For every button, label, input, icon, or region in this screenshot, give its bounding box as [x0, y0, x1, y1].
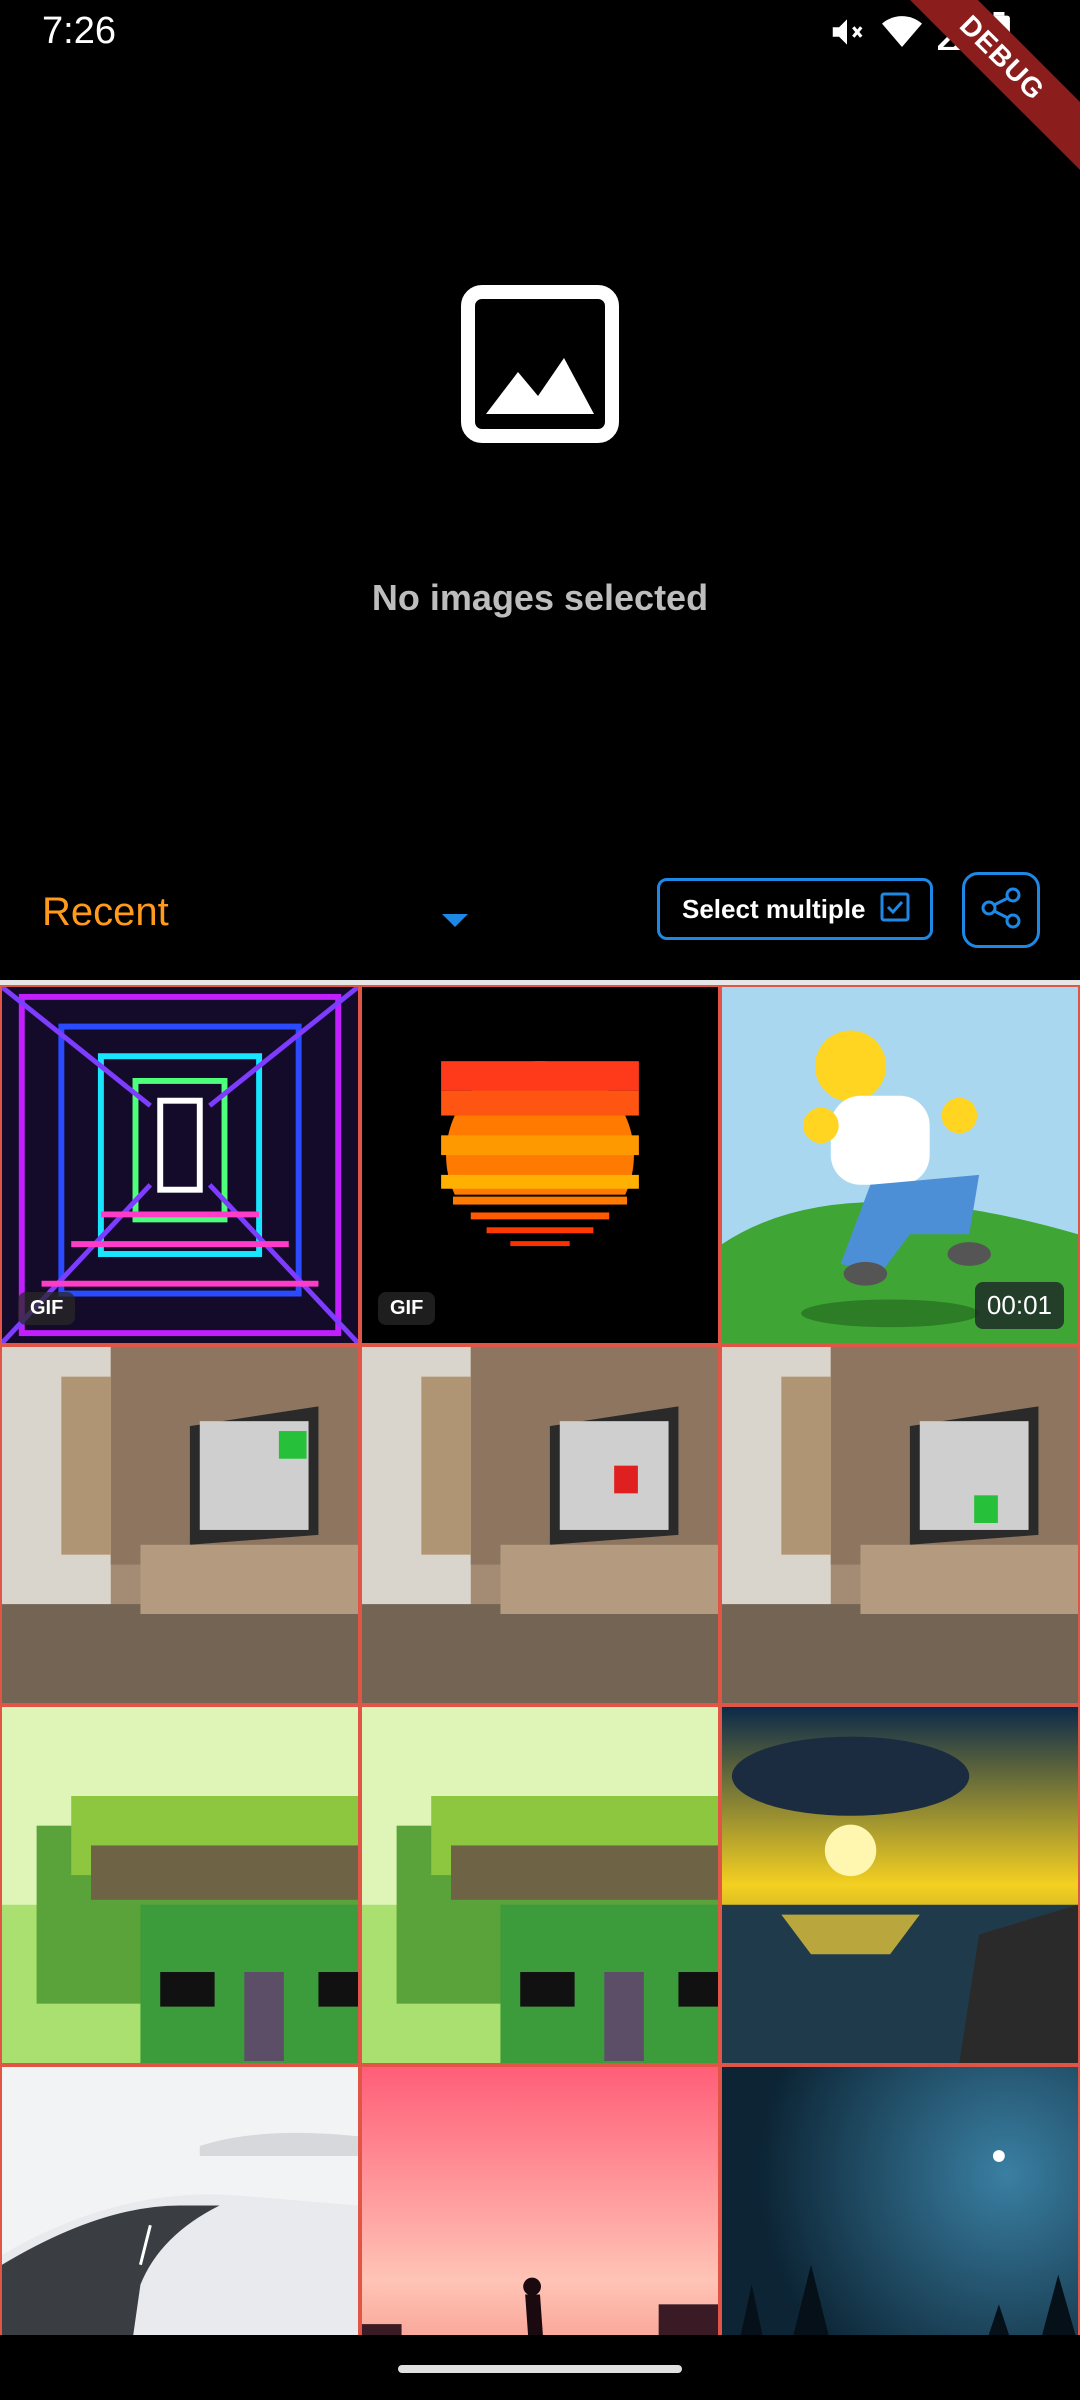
sea-sunset-thumbnail: [722, 1707, 1078, 2063]
status-bar: 7:26: [0, 0, 1080, 62]
pixel-house-thumbnail: [362, 1707, 718, 2063]
select-multiple-label: Select multiple: [682, 893, 866, 924]
navigation-bar: [0, 2335, 1080, 2400]
media-tile[interactable]: [0, 2065, 360, 2335]
sunset-gif-thumbnail: [362, 987, 718, 1343]
media-tile[interactable]: 00:01: [720, 985, 1080, 1345]
pixel-house-thumbnail: [2, 1707, 358, 2063]
room-image-thumbnail: [362, 1347, 718, 1703]
media-tile[interactable]: [720, 1345, 1080, 1705]
mute-icon: [828, 13, 866, 51]
wifi-icon: [882, 14, 922, 50]
night-forest-thumbnail: [722, 2067, 1078, 2335]
media-tile[interactable]: [0, 1705, 360, 2065]
share-button[interactable]: [962, 872, 1040, 948]
tunnel-gif-thumbnail: [2, 987, 358, 1343]
snow-road-thumbnail: [2, 2067, 358, 2335]
chevron-down-icon[interactable]: [440, 910, 470, 930]
media-tile[interactable]: [720, 2065, 1080, 2335]
video-duration: 00:01: [974, 1282, 1064, 1329]
album-toolbar: Recent Select multiple: [0, 860, 1080, 980]
media-tile[interactable]: [360, 2065, 720, 2335]
media-grid: GIF GIF 00:01: [0, 985, 1080, 2335]
checkbox-icon: [880, 892, 910, 927]
media-tile[interactable]: GIF: [0, 985, 360, 1345]
share-icon: [979, 886, 1023, 935]
empty-state-text: No images selected: [371, 577, 709, 618]
room-image-thumbnail: [2, 1347, 358, 1703]
status-time: 7:26: [42, 10, 116, 52]
media-tile[interactable]: [0, 1345, 360, 1705]
gif-badge: GIF: [378, 1292, 436, 1325]
preview-area: No images selected: [0, 62, 1080, 862]
media-tile[interactable]: GIF: [360, 985, 720, 1345]
image-icon: [460, 284, 620, 444]
media-tile[interactable]: [720, 1705, 1080, 2065]
media-tile[interactable]: [360, 1345, 720, 1705]
room-image-thumbnail: [722, 1347, 1078, 1703]
select-multiple-button[interactable]: Select multiple: [657, 878, 933, 940]
pink-sunset-thumbnail: [362, 2067, 718, 2335]
media-tile[interactable]: [360, 1705, 720, 2065]
album-selector-label[interactable]: Recent: [42, 890, 169, 935]
home-indicator[interactable]: [398, 2365, 682, 2373]
gif-badge: GIF: [18, 1292, 76, 1325]
